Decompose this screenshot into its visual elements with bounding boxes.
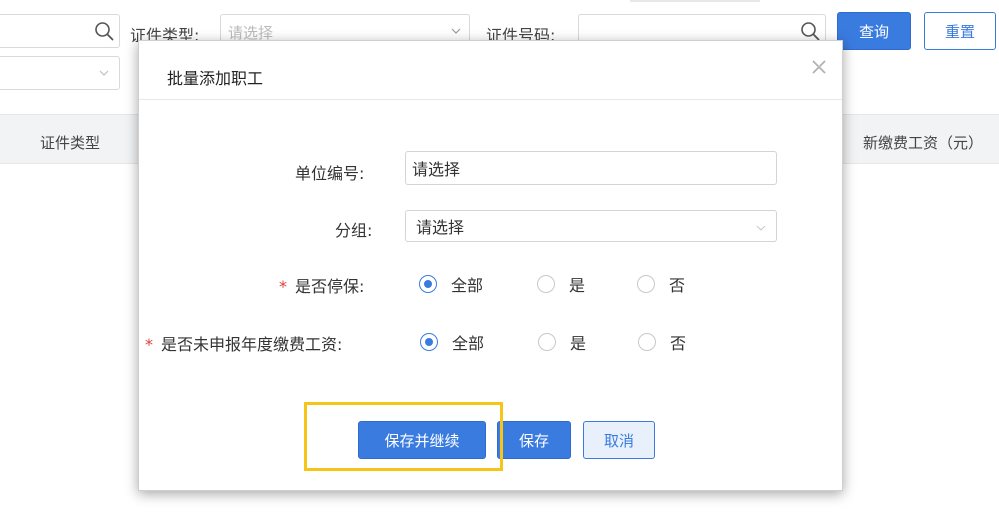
dialog-header: 批量添加职工 <box>139 41 842 100</box>
batch-add-employee-dialog: 批量添加职工 单位编号: 请选择 分组: 请选择 * 是否停保: 全部 是 否 *… <box>138 40 843 491</box>
search-icon[interactable] <box>94 21 114 41</box>
annual-wage-unreported-label-text: 是否未申报年度缴费工资: <box>161 335 343 354</box>
search-icon[interactable] <box>800 21 820 41</box>
unit-number-select[interactable]: 请选择 <box>405 151 777 185</box>
cancel-button[interactable]: 取消 <box>583 421 655 459</box>
reset-button[interactable]: 重置 <box>924 12 996 50</box>
stop-insurance-label: * 是否停保: <box>279 273 364 297</box>
chevron-down-icon <box>98 67 110 79</box>
save-button[interactable]: 保存 <box>497 421 571 459</box>
stop-insurance-label-text: 是否停保: <box>295 277 365 296</box>
group-value: 请选择 <box>416 218 465 237</box>
chevron-down-icon <box>450 25 462 37</box>
radio-unchecked-icon[interactable] <box>638 333 656 351</box>
annual-wage-unreported-label: * 是否未申报年度缴费工资: <box>145 331 342 355</box>
radio-unchecked-icon[interactable] <box>537 275 555 293</box>
unit-number-value: 请选择 <box>412 160 461 179</box>
radio-label: 是 <box>569 276 586 295</box>
radio-label: 全部 <box>451 276 484 295</box>
column-header-new-wage: 新缴费工资（元） <box>863 134 984 152</box>
radio-label: 否 <box>670 334 687 353</box>
radio-label: 否 <box>669 276 686 295</box>
group-label: 分组: <box>335 221 373 240</box>
column-header-id-type: 证件类型 <box>40 134 101 152</box>
required-mark: * <box>279 277 287 296</box>
save-and-continue-button[interactable]: 保存并继续 <box>358 421 486 459</box>
radio-unchecked-icon[interactable] <box>637 275 655 293</box>
stop-insurance-radio-all[interactable]: 全部 <box>419 272 483 296</box>
radio-label: 是 <box>570 334 587 353</box>
radio-checked-icon[interactable] <box>419 275 437 293</box>
radio-checked-icon[interactable] <box>420 333 438 351</box>
query-button[interactable]: 查询 <box>837 12 911 50</box>
annual-wage-radio-yes[interactable]: 是 <box>538 330 586 354</box>
chevron-down-icon <box>756 223 766 233</box>
radio-unchecked-icon[interactable] <box>538 333 556 351</box>
stop-insurance-radio-yes[interactable]: 是 <box>537 272 585 296</box>
radio-label: 全部 <box>452 334 485 353</box>
group-select[interactable]: 请选择 <box>405 210 777 242</box>
annual-wage-radio-all[interactable]: 全部 <box>420 330 484 354</box>
dialog-title: 批量添加职工 <box>167 69 264 88</box>
close-icon[interactable] <box>811 59 827 75</box>
unit-number-label: 单位编号: <box>295 164 365 183</box>
tab-underline <box>630 0 760 2</box>
stop-insurance-radio-no[interactable]: 否 <box>637 272 685 296</box>
required-mark: * <box>145 335 153 354</box>
annual-wage-radio-no[interactable]: 否 <box>638 330 686 354</box>
